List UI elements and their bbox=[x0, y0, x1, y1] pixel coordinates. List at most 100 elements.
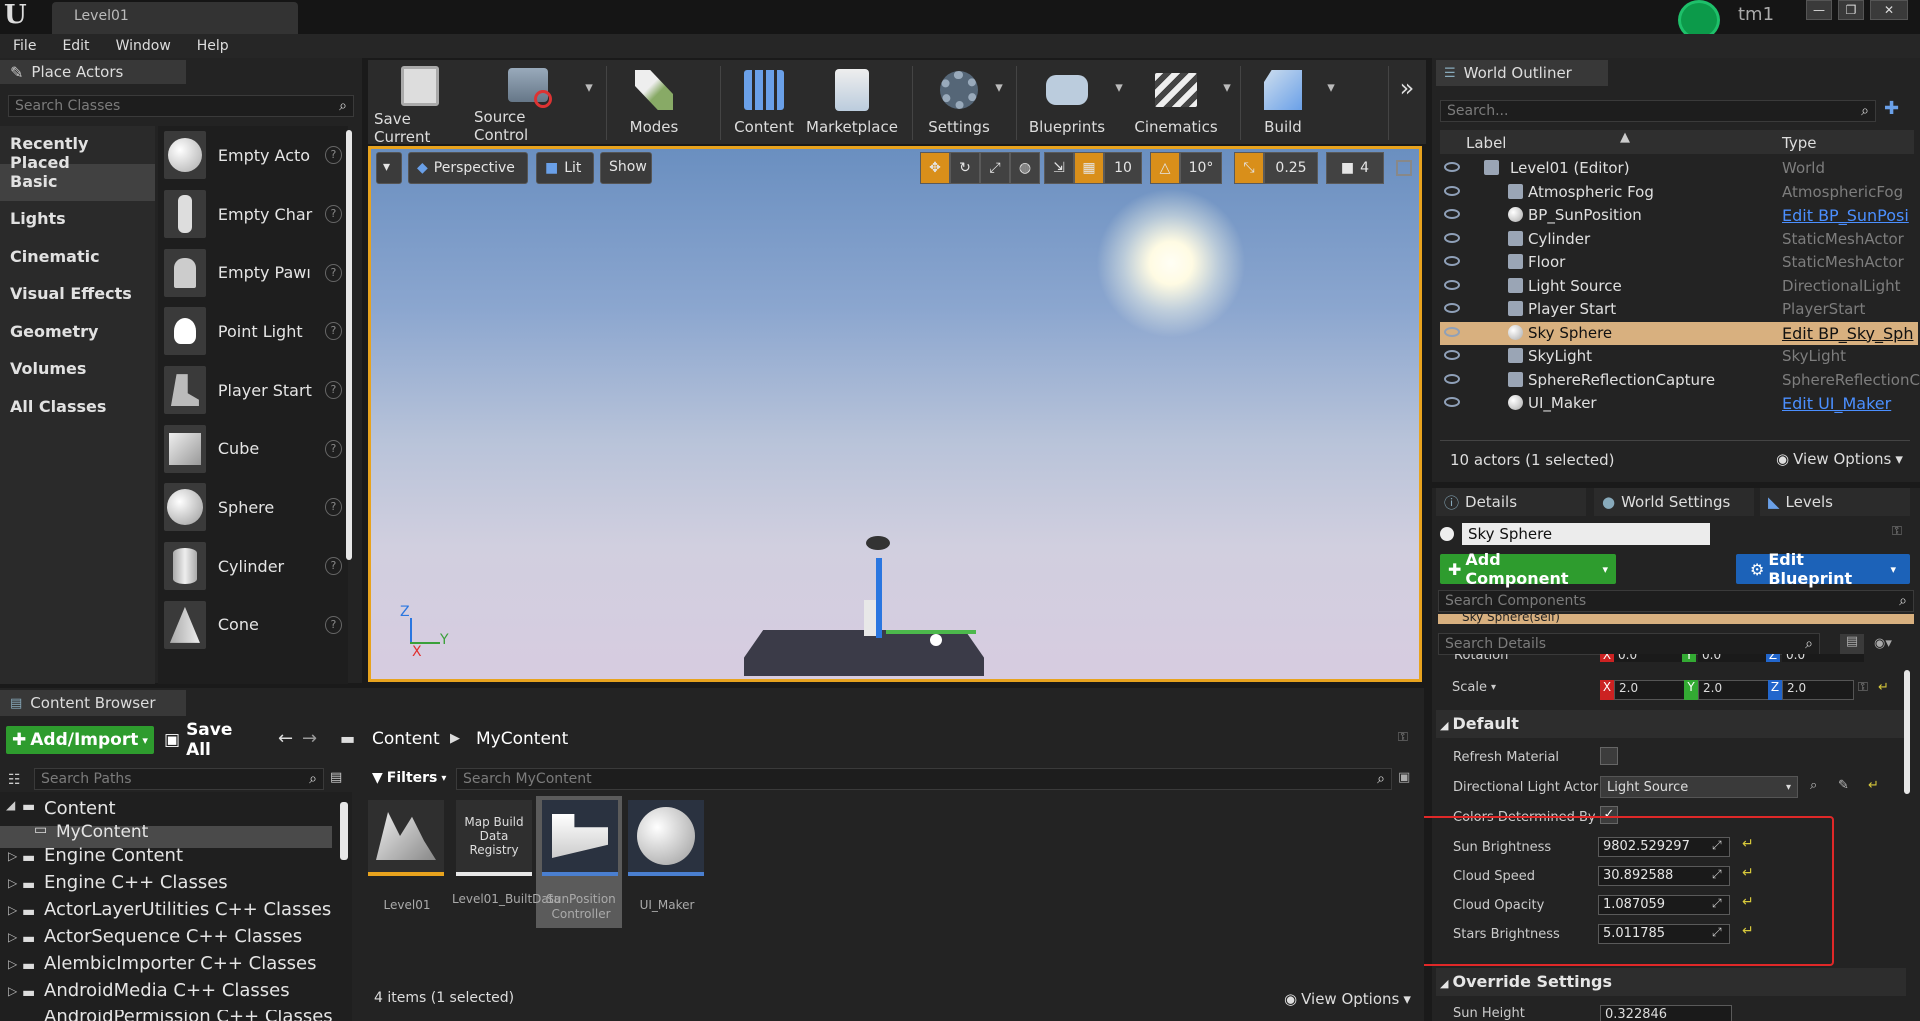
add-filter-icon[interactable]: ✚ bbox=[1884, 98, 1899, 119]
rotation-snap-value[interactable]: 10° bbox=[1180, 152, 1222, 184]
grid-snap-icon[interactable]: ▦ bbox=[1074, 152, 1104, 184]
help-icon[interactable]: ? bbox=[324, 146, 342, 165]
sun-position-gizmo-icon[interactable] bbox=[866, 536, 890, 550]
section-default[interactable]: ◢ Default bbox=[1436, 710, 1906, 738]
asset-uimaker-thumb[interactable] bbox=[628, 800, 704, 876]
scale-tool-icon[interactable]: ⤢ bbox=[980, 152, 1010, 184]
path-engine-content[interactable]: Engine Content bbox=[44, 845, 183, 866]
expand-arrow-icon[interactable]: ▷ bbox=[8, 984, 17, 998]
expand-arrow-icon[interactable]: ▷ bbox=[8, 957, 17, 971]
save-current-button[interactable]: Save Current bbox=[374, 60, 466, 146]
path-android-media[interactable]: AndroidMedia C++ Classes bbox=[44, 980, 290, 1001]
content-button[interactable]: Content bbox=[728, 60, 800, 144]
help-icon[interactable]: ? bbox=[324, 557, 342, 576]
outliner-row-type[interactable]: Edit UI_Maker bbox=[1782, 394, 1891, 413]
search-icon[interactable]: ⌕ bbox=[309, 771, 317, 787]
settings-button[interactable]: Settings bbox=[920, 60, 998, 144]
content-browser-tab[interactable]: ▤ Content Browser bbox=[0, 690, 186, 716]
category-lights[interactable]: Lights bbox=[0, 201, 155, 239]
search-icon[interactable]: ⌕ bbox=[1805, 636, 1813, 652]
camera-speed-button[interactable]: ■ 4 bbox=[1326, 152, 1384, 184]
asset-sunposition-thumb[interactable] bbox=[542, 800, 618, 876]
outliner-row-type[interactable]: Edit BP_Sky_Sph bbox=[1782, 324, 1913, 343]
scale-z-field[interactable]: Z 2.0 bbox=[1768, 680, 1854, 700]
path-actor-layer-utilities[interactable]: ActorLayerUtilities C++ Classes bbox=[44, 899, 331, 920]
eye-icon[interactable] bbox=[1444, 185, 1460, 196]
actor-cube[interactable]: Cube ? bbox=[158, 419, 348, 478]
modes-button[interactable]: Modes bbox=[618, 60, 690, 144]
outliner-row[interactable]: Light Source DirectionalLight bbox=[1440, 275, 1918, 299]
gizmo-y-arrow[interactable] bbox=[886, 630, 976, 634]
help-icon[interactable]: ? bbox=[324, 205, 342, 224]
actor-player-start[interactable]: Player Start ? bbox=[158, 361, 348, 420]
path-engine-cpp[interactable]: Engine C++ Classes bbox=[44, 872, 228, 893]
outliner-row[interactable]: Sky Sphere Edit BP_Sky_Sph bbox=[1440, 321, 1918, 345]
expand-arrow-icon[interactable]: ▷ bbox=[8, 903, 17, 917]
visibility-filter-icon[interactable]: ◉▾ bbox=[1874, 636, 1892, 651]
path-view-options-icon[interactable]: ▤ bbox=[330, 770, 342, 785]
path-alembic-importer[interactable]: AlembicImporter C++ Classes bbox=[44, 953, 316, 974]
help-icon[interactable]: ? bbox=[324, 381, 342, 400]
source-control-button[interactable]: Source Control bbox=[474, 60, 582, 144]
reset-to-default-icon[interactable]: ↵ bbox=[1868, 778, 1879, 793]
settings-dropdown[interactable]: ▾ bbox=[992, 60, 1006, 144]
expand-arrow-icon[interactable]: ◢ bbox=[6, 798, 15, 812]
outliner-view-options[interactable]: ◉ View Options ▾ bbox=[1776, 450, 1903, 468]
edit-blueprint-button[interactable]: ⚙ Edit Blueprint ▾ bbox=[1736, 550, 1910, 588]
category-volumes[interactable]: Volumes bbox=[0, 351, 155, 389]
eye-icon[interactable] bbox=[1444, 256, 1460, 266]
category-visual-effects[interactable]: Visual Effects bbox=[0, 276, 155, 314]
search-details-input[interactable]: Search Details ⌕ bbox=[1438, 633, 1820, 655]
build-dropdown[interactable]: ▾ bbox=[1324, 60, 1338, 144]
lit-button[interactable]: ■ Lit bbox=[536, 152, 594, 184]
search-classes-input[interactable]: Search Classes ⌕ bbox=[8, 95, 354, 117]
label-column-header[interactable]: Label bbox=[1466, 134, 1506, 152]
help-icon[interactable]: ? bbox=[324, 439, 342, 458]
details-scrollbar[interactable] bbox=[1904, 670, 1910, 794]
reset-to-default-icon[interactable]: ↵ bbox=[1878, 680, 1889, 695]
category-cinematic[interactable]: Cinematic bbox=[0, 239, 155, 277]
level-viewport[interactable] bbox=[368, 146, 1422, 682]
category-all-classes[interactable]: All Classes bbox=[0, 389, 155, 427]
actor-point-light[interactable]: Point Light ? bbox=[158, 302, 348, 361]
restore-icon[interactable]: ❐ bbox=[1838, 0, 1864, 20]
level-tab[interactable]: Level01 bbox=[52, 2, 298, 34]
toolbar-overflow-icon[interactable]: » bbox=[1392, 60, 1422, 144]
rotation-z-value[interactable]: 0.0 bbox=[1782, 654, 1864, 662]
user-name[interactable]: tm1 bbox=[1738, 4, 1774, 25]
cinematics-button[interactable]: Cinematics bbox=[1130, 60, 1222, 144]
scale-y-field[interactable]: Y 2.0 bbox=[1684, 680, 1770, 700]
search-icon[interactable]: ⌕ bbox=[1899, 593, 1907, 609]
scale-x-field[interactable]: X 2.0 bbox=[1600, 680, 1686, 700]
maximize-viewport-icon[interactable] bbox=[1396, 160, 1412, 176]
menu-help[interactable]: Help bbox=[197, 38, 229, 54]
outliner-row[interactable]: Player Start PlayerStart bbox=[1440, 298, 1918, 322]
eye-icon[interactable] bbox=[1444, 350, 1460, 360]
path-actor-sequence[interactable]: ActorSequence C++ Classes bbox=[44, 926, 302, 947]
perspective-button[interactable]: ◆ Perspective bbox=[408, 152, 528, 184]
path-android-permission[interactable]: AndroidPermission C++ Classes bbox=[44, 1010, 333, 1021]
category-recently-placed[interactable]: Recently Placed bbox=[0, 126, 155, 172]
property-matrix-icon[interactable]: ▤ bbox=[1840, 634, 1864, 654]
eye-icon[interactable] bbox=[1444, 279, 1460, 290]
outliner-row[interactable]: Cylinder StaticMeshActor bbox=[1440, 228, 1918, 252]
eye-icon[interactable] bbox=[1444, 303, 1460, 313]
filters-button[interactable]: ▼ Filters ▾ bbox=[372, 770, 446, 786]
viewport-options-dropdown[interactable]: ▾ bbox=[376, 152, 402, 184]
outliner-row[interactable]: UI_Maker Edit UI_Maker bbox=[1440, 392, 1918, 416]
path-mycontent[interactable]: MyContent bbox=[56, 822, 148, 842]
search-paths-input[interactable]: Search Paths ⌕ bbox=[34, 768, 324, 790]
grid-snap-value[interactable]: 10 bbox=[1104, 152, 1142, 184]
outliner-row[interactable]: BP_SunPosition Edit BP_SunPosi bbox=[1440, 204, 1918, 228]
component-self-item[interactable]: Sky Sphere(self) bbox=[1438, 614, 1914, 624]
content-view-options[interactable]: ◉ View Options ▾ bbox=[1284, 990, 1411, 1008]
eye-icon[interactable] bbox=[1444, 209, 1460, 219]
save-all-button[interactable]: ▣ Save All bbox=[164, 720, 260, 760]
lock-icon[interactable]: ⚿ bbox=[1892, 524, 1902, 539]
show-button[interactable]: Show bbox=[600, 152, 652, 184]
minimize-icon[interactable]: — bbox=[1806, 0, 1832, 20]
type-column-header[interactable]: Type bbox=[1782, 134, 1816, 152]
world-outliner-tab[interactable]: ☰ World Outliner bbox=[1436, 60, 1608, 86]
outliner-row[interactable]: SphereReflectionCapture SphereReflectionC bbox=[1440, 369, 1920, 393]
search-components-input[interactable]: Search Components ⌕ bbox=[1438, 590, 1914, 612]
